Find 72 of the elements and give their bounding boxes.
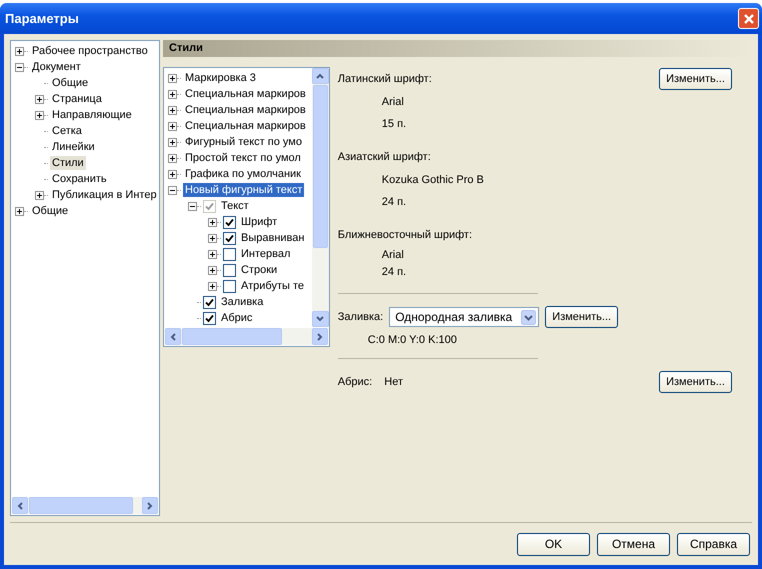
change-button[interactable]: Изменить... <box>659 371 732 393</box>
tree-item[interactable]: Документ <box>30 60 83 74</box>
color-values: C:0 M:0 Y:0 K:100 <box>366 334 458 346</box>
font-label: Азиатский шрифт: <box>338 151 431 163</box>
tree-item[interactable]: Публикация в Интер <box>50 188 159 202</box>
tree-item[interactable]: Общие <box>50 76 90 90</box>
expander-icon[interactable] <box>168 74 177 82</box>
dialog-button[interactable]: OK <box>517 532 590 556</box>
tree-item[interactable]: Абрис <box>219 311 254 325</box>
scroll-right-icon[interactable] <box>312 328 328 345</box>
tree-item[interactable]: Сетка <box>50 124 84 138</box>
tree-item[interactable]: Линейки <box>50 140 97 154</box>
fill-dropdown[interactable]: Однородная заливка <box>389 307 540 327</box>
tree-item[interactable]: Специальная маркиров <box>183 87 308 101</box>
dialog-button[interactable]: Отмена <box>597 532 670 556</box>
expander-icon[interactable] <box>35 94 44 104</box>
tree-item[interactable]: Стили <box>50 156 86 170</box>
expander-icon[interactable] <box>168 186 177 194</box>
vertical-scrollbar[interactable] <box>312 68 329 327</box>
expander-icon[interactable] <box>168 90 177 98</box>
horizontal-scrollbar[interactable] <box>12 497 158 514</box>
font-name: Kozuka Gothic Pro B <box>380 173 485 188</box>
dialog-button[interactable]: Справка <box>677 532 750 556</box>
font-size: 15 п. <box>380 117 408 132</box>
expander-icon[interactable] <box>35 190 44 200</box>
expander-icon[interactable] <box>15 62 24 72</box>
font-label: Латинский шрифт: <box>338 73 432 85</box>
expander-icon[interactable] <box>15 206 24 216</box>
expander-icon[interactable] <box>168 170 177 178</box>
tree-item[interactable]: Направляющие <box>50 108 134 122</box>
tree-item[interactable]: Фигурный текст по умо <box>183 135 304 149</box>
window-title: Параметры <box>5 11 79 26</box>
scroll-right-icon[interactable] <box>142 497 158 514</box>
tree-item[interactable]: Страница <box>50 92 104 106</box>
close-icon <box>742 12 754 24</box>
tree-item[interactable]: Общие <box>30 204 70 218</box>
expander-icon[interactable] <box>168 106 177 114</box>
close-button[interactable] <box>738 8 759 29</box>
font-label: Ближневосточный шрифт: <box>338 229 472 241</box>
tree-item[interactable]: Специальная маркиров <box>183 119 308 133</box>
font-size: 24 п. <box>380 265 408 280</box>
tree-item[interactable]: Маркировка 3 <box>183 71 258 85</box>
change-button[interactable]: Изменить... <box>659 68 732 90</box>
scroll-up-icon[interactable] <box>312 68 329 84</box>
expander-icon[interactable] <box>168 122 177 130</box>
fill-label: Заливка: <box>338 311 384 323</box>
tree-item[interactable]: Новый фигурный текст <box>183 183 304 197</box>
scroll-thumb[interactable] <box>29 497 134 514</box>
expander-icon[interactable] <box>168 154 177 162</box>
font-size: 24 п. <box>380 195 408 210</box>
tree-item[interactable]: Простой текст по умол <box>183 151 303 165</box>
scroll-thumb[interactable] <box>182 328 282 345</box>
outline-value: Нет <box>384 376 404 388</box>
expander-icon[interactable] <box>35 110 44 120</box>
scroll-left-icon[interactable] <box>165 328 181 345</box>
tree-item[interactable]: Заливка <box>219 295 266 309</box>
expander-icon[interactable] <box>15 46 24 56</box>
tree-item[interactable]: Графика по умолчаник <box>183 167 303 181</box>
checkbox[interactable] <box>203 296 216 308</box>
scroll-left-icon[interactable] <box>12 497 28 514</box>
tree-item[interactable]: Сохранить <box>50 172 109 186</box>
outline-label: Абрис: <box>338 376 372 388</box>
tree-item[interactable]: Специальная маркиров <box>183 103 308 117</box>
scroll-down-icon[interactable] <box>312 311 329 327</box>
scroll-thumb[interactable] <box>312 85 328 248</box>
checkbox[interactable] <box>203 312 216 324</box>
horizontal-scrollbar[interactable] <box>165 328 328 345</box>
font-name: Arial <box>380 248 405 263</box>
expander-icon[interactable] <box>168 138 177 146</box>
tree-item[interactable]: Рабочее пространство <box>30 44 150 58</box>
font-name: Arial <box>380 95 405 110</box>
change-button[interactable]: Изменить... <box>545 306 618 328</box>
